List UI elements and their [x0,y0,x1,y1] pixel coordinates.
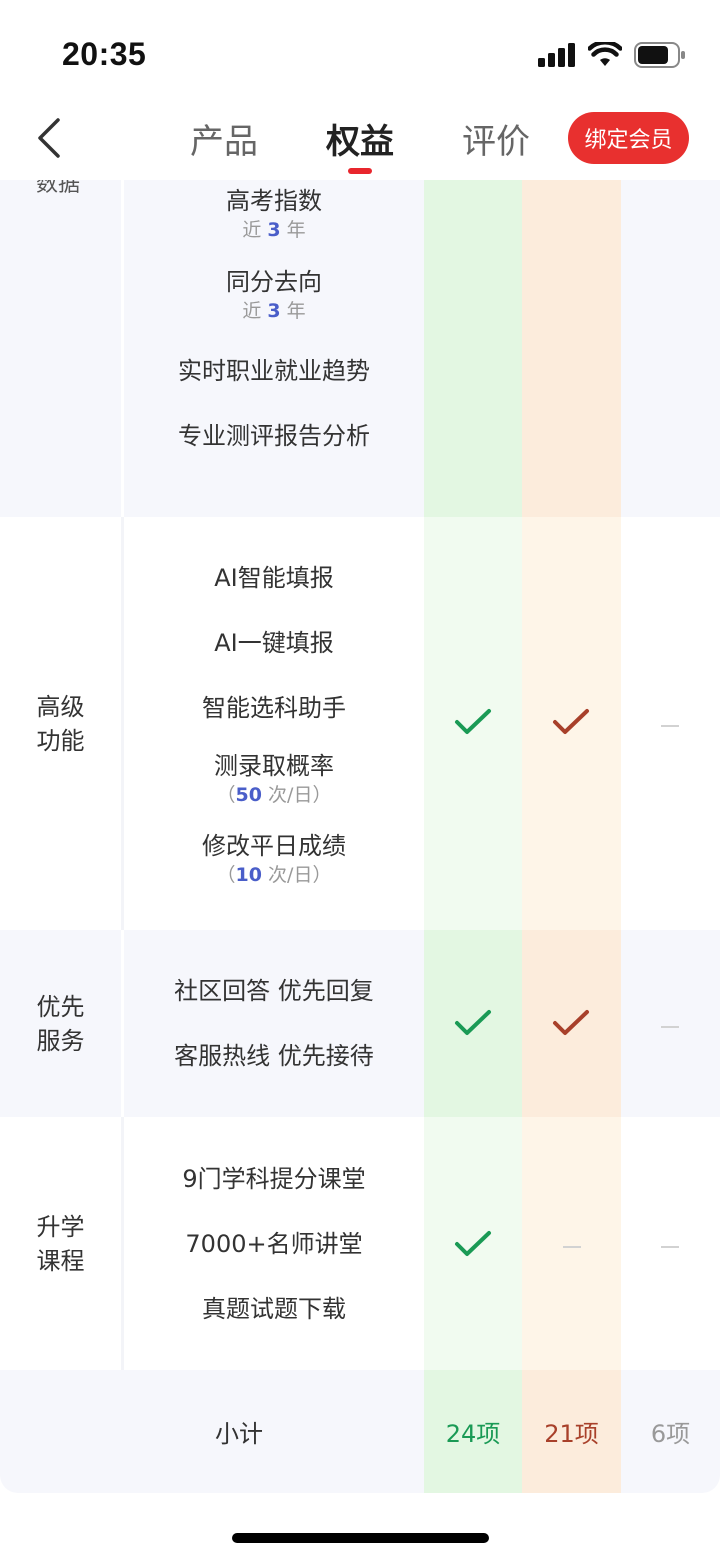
feature-item: 修改平日成绩 （10 次/日） [124,831,424,887]
not-included-dash [661,725,679,727]
feature-name: 高考指数 [226,187,322,215]
not-included-dash [661,1246,679,1248]
subtotal-row: 小计 24项 21项 6项 [0,1370,720,1493]
tab-product[interactable]: 产品 [190,114,258,163]
category-label: 升学 课程 [36,1212,85,1275]
feature-limit: 近 3 年 [242,300,306,322]
feature-name: 测录取概率 [214,752,334,780]
chevron-left-icon [38,118,60,158]
check-green-icon [454,707,492,737]
bind-member-button[interactable]: 绑定会员 [568,112,689,164]
feature-name: 修改平日成绩 [202,832,346,860]
active-tab-indicator [348,168,372,174]
section-courses: 升学 课程 9门学科提分课堂 7000+名师讲堂 真题试题下载 [0,1117,720,1370]
feature-name: 7000+名师讲堂 [185,1230,363,1258]
feature-name: 实时职业就业趋势 [178,357,370,385]
feature-name: 同分去向 [226,268,322,296]
wifi-icon [587,40,623,72]
tab-reviews[interactable]: 评价 [462,114,530,163]
subtotal-label: 小计 [215,1420,263,1448]
feature-item: AI智能填报 [124,563,424,593]
feature-item: 智能选科助手 [124,693,424,723]
feature-item: 实时职业就业趋势 [124,356,424,386]
feature-name: 9门学科提分课堂 [182,1165,366,1193]
check-brown-icon [552,1008,590,1038]
section-data: 数据 高考指数 近 3 年 同分去向 近 3 年 实时职业就业趋势 专业测评报告… [0,180,720,517]
subtotal-value-tier1: 24项 [445,1420,501,1448]
top-nav: 产品 权益 评价 绑定会员 [0,100,720,180]
back-button[interactable] [30,116,70,160]
feature-item: 同分去向 近 3 年 [124,267,424,323]
feature-item: 7000+名师讲堂 [124,1229,424,1259]
feature-limit: （50 次/日） [216,784,332,806]
subtotal-value-tier3: 6项 [650,1420,691,1448]
feature-limit: （10 次/日） [216,864,332,886]
category-label: 高级 功能 [36,692,85,755]
status-bar: 20:35 [0,0,720,100]
feature-name: 专业测评报告分析 [178,422,370,450]
check-green-icon [454,1008,492,1038]
feature-item: 专业测评报告分析 [124,421,424,451]
feature-item: 9门学科提分课堂 [124,1164,424,1194]
section-advanced: 高级 功能 AI智能填报 AI一键填报 智能选科助手 测录取概率 （50 次/日… [0,517,720,930]
status-time: 20:35 [62,36,147,72]
check-brown-icon [552,707,590,737]
feature-limit: 近 3 年 [242,219,306,241]
feature-name: AI智能填报 [214,564,334,592]
feature-name: AI一键填报 [214,629,334,657]
status-icons [538,40,686,72]
not-included-dash [661,1026,679,1028]
feature-item: 客服热线 优先接待 [124,1041,424,1071]
tab-benefits[interactable]: 权益 [326,114,394,163]
check-green-icon [454,1229,492,1259]
feature-name: 社区回答 优先回复 [174,977,374,1005]
feature-item: 高考指数 近 3 年 [124,186,424,242]
section-priority: 优先 服务 社区回答 优先回复 客服热线 优先接待 [0,930,720,1117]
feature-item: AI一键填报 [124,628,424,658]
category-label: 数据 [36,180,81,197]
feature-item: 测录取概率 （50 次/日） [124,751,424,807]
not-included-dash [563,1246,581,1248]
feature-item: 真题试题下载 [124,1294,424,1324]
home-indicator[interactable] [232,1533,489,1543]
subtotal-value-tier2: 21项 [544,1420,599,1448]
category-label: 优先 服务 [36,992,85,1055]
feature-name: 真题试题下载 [202,1295,346,1323]
cellular-signal-icon [538,43,576,71]
feature-name: 智能选科助手 [202,694,346,722]
benefits-table: 数据 高考指数 近 3 年 同分去向 近 3 年 实时职业就业趋势 专业测评报告… [0,180,720,1493]
battery-icon [634,42,686,72]
feature-name: 客服热线 优先接待 [174,1042,374,1070]
feature-item: 社区回答 优先回复 [124,976,424,1006]
